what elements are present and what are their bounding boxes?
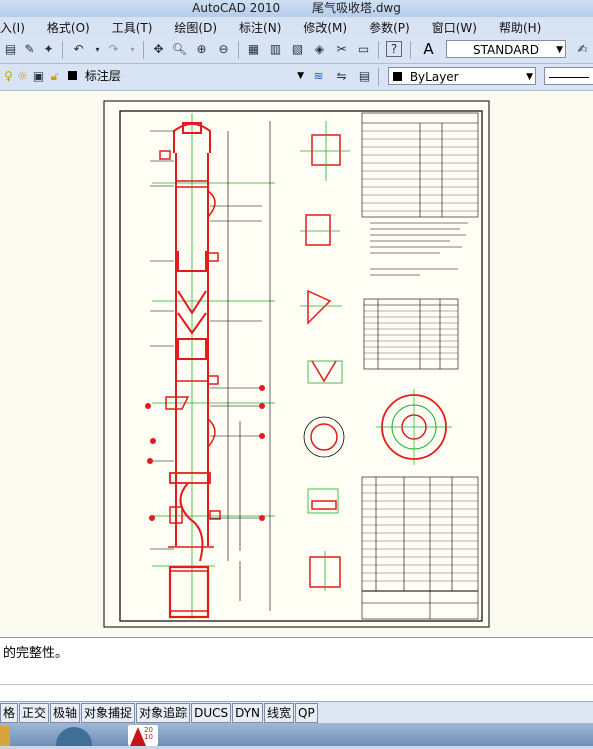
- redo-dropdown-icon[interactable]: ▾: [124, 41, 141, 58]
- command-history-line: 的完整性。: [3, 646, 69, 661]
- standard-toolbar: ▤ ✎ ✦ ↶ ▾ ↷ ▾ ✥ 🔍︎ ⊕ ⊖ ▦ ▥ ▧ ◈ ✂ ▭ ? A S…: [0, 37, 593, 64]
- menu-parametric[interactable]: 参数(P): [358, 19, 421, 36]
- chevron-down-icon: ▼: [297, 71, 304, 81]
- toggle-otrack[interactable]: 对象追踪: [136, 703, 191, 723]
- menu-window[interactable]: 窗口(W): [421, 19, 488, 36]
- help-icon[interactable]: ?: [386, 41, 402, 57]
- command-divider: [0, 684, 593, 685]
- dimension-style-icon[interactable]: ✍: [574, 41, 591, 58]
- paper-sheet: [103, 100, 490, 628]
- block-editor-icon[interactable]: ✦: [40, 41, 57, 58]
- color-value: ByLayer: [409, 70, 459, 84]
- menu-tools[interactable]: 工具(T): [101, 19, 164, 36]
- markup-icon[interactable]: ✂: [333, 41, 350, 58]
- layer-viewport-icon[interactable]: ▣: [30, 68, 47, 85]
- toggle-lineweight[interactable]: 线宽: [264, 703, 295, 723]
- layer-freeze-icon[interactable]: ☼: [14, 68, 31, 85]
- linetype-select[interactable]: [544, 67, 593, 85]
- text-style-icon[interactable]: A: [420, 41, 437, 58]
- menu-format[interactable]: 格式(O): [36, 19, 101, 36]
- design-center-icon[interactable]: ▥: [267, 41, 284, 58]
- layer-lock-icon[interactable]: 🔓︎: [46, 68, 63, 85]
- command-window[interactable]: 的完整性。: [0, 637, 593, 701]
- layers-toolbar: ♀ ☼ ▣ 🔓︎ 标注层 ▼ ≋ ⇋ ▤ ByLayer ▼: [0, 64, 593, 91]
- toggle-ducs[interactable]: DUCS: [191, 703, 232, 723]
- text-style-select[interactable]: STANDARD ▼: [446, 40, 566, 58]
- menu-insert[interactable]: 入(I): [0, 19, 36, 36]
- toggle-osnap[interactable]: 对象捕捉: [81, 703, 136, 723]
- menu-dimension[interactable]: 标注(N): [228, 19, 292, 36]
- chevron-down-icon: ▼: [556, 45, 563, 55]
- toggle-dyn[interactable]: DYN: [232, 703, 263, 723]
- menu-modify[interactable]: 修改(M): [292, 19, 358, 36]
- toggle-grid[interactable]: 格: [0, 703, 19, 723]
- zoom-previous-icon[interactable]: ⊖: [215, 41, 232, 58]
- toggle-polar[interactable]: 极轴: [50, 703, 81, 723]
- app-title: AutoCAD 2010: [192, 1, 281, 15]
- pan-icon[interactable]: ✥: [150, 41, 167, 58]
- tool-palettes-icon[interactable]: ▧: [289, 41, 306, 58]
- status-bar: 格 正交 极轴 对象捕捉 对象追踪 DUCS DYN 线宽 QP: [0, 701, 593, 724]
- layer-name: 标注层: [84, 69, 121, 83]
- start-orb-edge[interactable]: [0, 726, 10, 746]
- redo-icon[interactable]: ↷: [105, 41, 122, 58]
- zoom-realtime-icon[interactable]: 🔍︎: [171, 41, 188, 58]
- toggle-qp[interactable]: QP: [295, 703, 318, 723]
- quickcalc-icon[interactable]: ▭: [355, 41, 372, 58]
- toggle-ortho[interactable]: 正交: [19, 703, 50, 723]
- chevron-down-icon: ▼: [526, 72, 533, 82]
- sheet-set-icon[interactable]: ◈: [311, 41, 328, 58]
- layer-properties-icon[interactable]: ≋: [310, 68, 327, 85]
- drawing-canvas[interactable]: [0, 91, 593, 637]
- linetype-preview: [549, 77, 589, 78]
- menu-help[interactable]: 帮助(H): [488, 19, 552, 36]
- taskbar: 20 10: [0, 723, 593, 746]
- menu-bar: 入(I) 格式(O) 工具(T) 绘图(D) 标注(N) 修改(M) 参数(P)…: [0, 17, 593, 37]
- autocad-version-label: 20 10: [144, 726, 153, 741]
- properties-icon[interactable]: ▦: [245, 41, 262, 58]
- make-layer-current-icon[interactable]: ⇋: [333, 68, 350, 85]
- layer-color-swatch: [68, 71, 77, 80]
- title-bar: AutoCAD 2010 尾气吸收塔.dwg: [0, 0, 593, 17]
- paste-icon[interactable]: ▤: [2, 41, 19, 58]
- menu-draw[interactable]: 绘图(D): [163, 19, 228, 36]
- color-swatch: [393, 72, 402, 81]
- undo-icon[interactable]: ↶: [70, 41, 87, 58]
- layer-select[interactable]: 标注层 ▼: [64, 67, 306, 85]
- match-properties-icon[interactable]: ✎: [21, 41, 38, 58]
- zoom-window-icon[interactable]: ⊕: [193, 41, 210, 58]
- undo-dropdown-icon[interactable]: ▾: [89, 41, 106, 58]
- text-style-value: STANDARD: [472, 43, 540, 57]
- drawing-area[interactable]: [0, 91, 593, 637]
- color-select[interactable]: ByLayer ▼: [388, 67, 536, 85]
- file-title: 尾气吸收塔.dwg: [312, 1, 401, 15]
- autocad-taskbar-icon[interactable]: 20 10: [128, 725, 158, 746]
- layer-previous-icon[interactable]: ▤: [356, 68, 373, 85]
- taskbar-app-icon[interactable]: [56, 727, 92, 746]
